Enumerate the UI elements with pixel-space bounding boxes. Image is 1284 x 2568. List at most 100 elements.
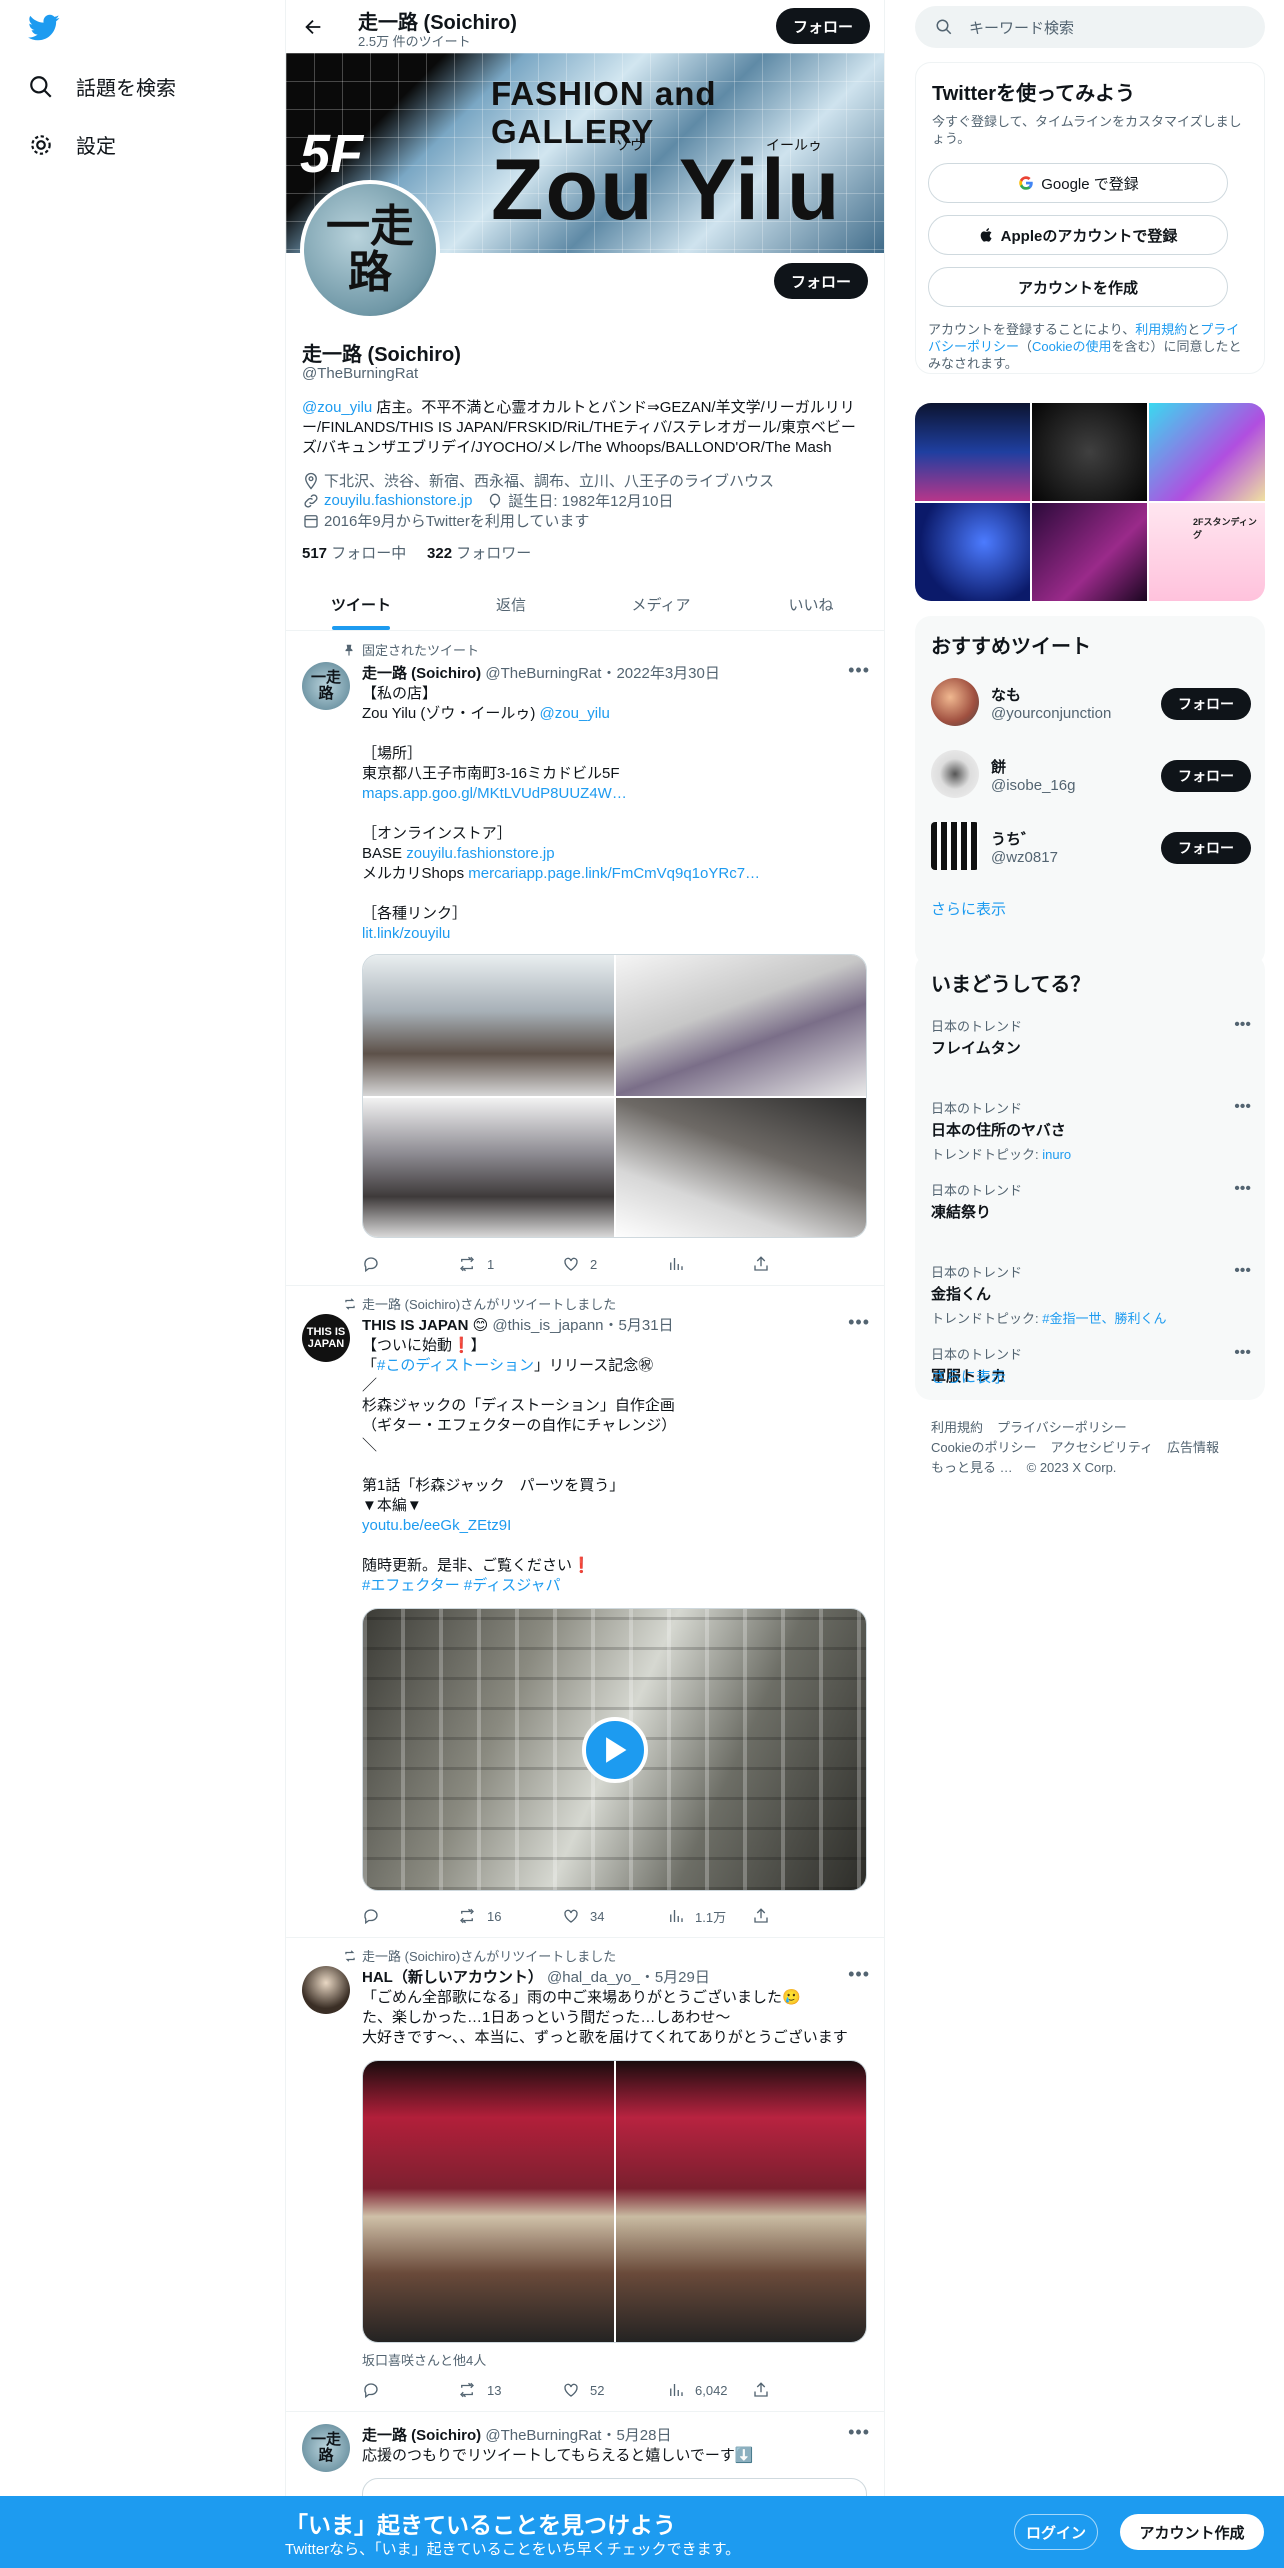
tweet-video[interactable]	[362, 1608, 867, 1891]
tweet-link[interactable]: youtu.be/eeGk_ZEtz9I	[362, 1517, 511, 1534]
footer-link[interactable]: もっと見る …	[931, 1458, 1013, 1478]
views-button[interactable]: 6,042	[667, 2380, 752, 2400]
profile-avatar[interactable]: 一走 路	[300, 180, 440, 320]
more-options-icon[interactable]: •••	[848, 2422, 870, 2443]
avatar[interactable]	[931, 750, 979, 798]
avatar[interactable]	[931, 678, 979, 726]
follow-button[interactable]: フォロー	[1161, 760, 1251, 792]
tweet[interactable]: 固定されたツイート 一走 路 走一路 (Soichiro) @TheBurnin…	[286, 632, 884, 1286]
trend-item[interactable]: 日本のトレンド 金指くん ••• トレンドトピック: #金指一世、勝利くん	[931, 1262, 1251, 1327]
login-button[interactable]: ログイン	[1014, 2514, 1098, 2550]
tweet-link[interactable]: @zou_yilu	[540, 705, 610, 722]
media-grid[interactable]: 2Fスタンディング	[915, 403, 1265, 601]
signup-button[interactable]: アカウント作成	[1120, 2514, 1264, 2550]
tweet-avatar[interactable]: 一走 路	[302, 2424, 350, 2472]
like-button[interactable]: 34	[562, 1906, 667, 1926]
suggested-user[interactable]: なも @yourconjunction フォロー	[931, 678, 1251, 728]
profile-follow-button[interactable]: フォロー	[774, 263, 868, 299]
more-options-icon[interactable]: •••	[848, 1312, 870, 1333]
tweet[interactable]: 走一路 (Soichiro)さんがリツイートしました THIS IS JAPAN…	[286, 1286, 884, 1938]
photo-band-2[interactable]	[616, 2061, 866, 2342]
photo-tag-caption[interactable]: 坂口喜咲さんと他4人	[362, 2350, 486, 2369]
media-thumb[interactable]	[915, 403, 1030, 501]
search-input[interactable]: キーワード検索	[915, 6, 1265, 48]
tweet-link[interactable]: mercariapp.page.link/FmCmVq9q1oYRc7…	[468, 865, 760, 882]
retweet-button[interactable]: 1	[457, 1254, 562, 1274]
trend-topic-link[interactable]: #金指一世、勝利くん	[1042, 1311, 1166, 1326]
media-thumb[interactable]	[915, 503, 1030, 601]
views-button[interactable]: 1.1万	[667, 1906, 752, 1926]
footer-link[interactable]: アクセシビリティ	[1050, 1438, 1153, 1458]
avatar[interactable]	[931, 822, 979, 870]
tweet-author-name[interactable]: HAL（新しいアカウント）	[362, 1969, 543, 1986]
website-link[interactable]: zouyilu.fashionstore.jp	[324, 492, 472, 509]
reply-button[interactable]	[362, 2380, 457, 2400]
terms-link[interactable]: 利用規約	[1135, 322, 1187, 337]
nav-settings[interactable]: 設定	[28, 130, 116, 159]
like-button[interactable]: 52	[562, 2380, 667, 2400]
tweet-link[interactable]: lit.link/zouyilu	[362, 925, 450, 942]
photo-store-interior-1[interactable]	[363, 955, 614, 1096]
trend-item[interactable]: 日本のトレンド 凍結祭り •••	[931, 1180, 1251, 1222]
tab-likes[interactable]: いいね	[736, 578, 884, 630]
views-button[interactable]	[667, 1254, 752, 1274]
more-options-icon[interactable]: •••	[1234, 1262, 1251, 1280]
tweet-link[interactable]: #このディストーション	[377, 1357, 534, 1374]
more-options-icon[interactable]: •••	[1234, 1344, 1251, 1362]
photo-store-interior-4[interactable]	[616, 1098, 866, 1237]
photo-store-interior-3[interactable]	[363, 1098, 614, 1237]
footer-link[interactable]: 利用規約	[931, 1418, 983, 1438]
tweet-photo-grid[interactable]	[362, 2060, 867, 2343]
trend-item[interactable]: 日本のトレンド フレイムタン •••	[931, 1016, 1251, 1058]
reply-button[interactable]	[362, 1254, 457, 1274]
tab-replies[interactable]: 返信	[436, 578, 586, 630]
tweet-link[interactable]: maps.app.goo.gl/MKtLVUdP8UUZ4W…	[362, 785, 627, 802]
trend-topic-link[interactable]: inuro	[1042, 1147, 1071, 1162]
suggested-user[interactable]: 餅 @isobe_16g フォロー	[931, 750, 1251, 800]
tweet-author-name[interactable]: THIS IS JAPAN 😊	[362, 1317, 488, 1334]
suggested-user[interactable]: うち゛ @wz0817 フォロー	[931, 822, 1251, 872]
tab-media[interactable]: メディア	[586, 578, 736, 630]
tweet[interactable]: 走一路 (Soichiro)さんがリツイートしました HAL（新しいアカウント）…	[286, 1938, 884, 2412]
apple-signup-button[interactable]: Appleのアカウントで登録	[928, 215, 1228, 255]
more-options-icon[interactable]: •••	[848, 660, 870, 681]
tweet-avatar[interactable]: THIS IS JAPAN	[302, 1314, 350, 1362]
show-more-link[interactable]: さらに表示	[931, 1366, 1006, 1387]
reply-button[interactable]	[362, 1906, 457, 1926]
more-options-icon[interactable]: •••	[1234, 1098, 1251, 1116]
twitter-logo-icon[interactable]	[28, 14, 60, 47]
play-icon[interactable]	[582, 1717, 648, 1783]
following-link[interactable]: 517 フォロー中	[302, 545, 406, 562]
followers-link[interactable]: 322 フォロワー	[427, 545, 531, 562]
bio-mention-link[interactable]: @zou_yilu	[302, 399, 372, 416]
show-more-link[interactable]: さらに表示	[931, 898, 1006, 919]
more-options-icon[interactable]: •••	[1234, 1016, 1251, 1034]
nav-explore[interactable]: 話題を検索	[28, 72, 176, 101]
media-thumb[interactable]	[1032, 503, 1147, 601]
tweet-avatar[interactable]: 一走 路	[302, 662, 350, 710]
retweet-button[interactable]: 16	[457, 1906, 562, 1926]
footer-link[interactable]: プライバシーポリシー	[997, 1418, 1127, 1438]
tweet-avatar[interactable]	[302, 1966, 350, 2014]
footer-link[interactable]: © 2023 X Corp.	[1027, 1458, 1117, 1478]
tweet-link[interactable]: #エフェクター #ディスジャパ	[362, 1577, 560, 1594]
tweet-photo-grid[interactable]	[362, 954, 867, 1238]
trend-item[interactable]: 日本のトレンド 日本の住所のヤバさ ••• トレンドトピック: inuro	[931, 1098, 1251, 1163]
footer-link[interactable]: Cookieのポリシー	[931, 1438, 1036, 1458]
back-arrow-icon[interactable]	[302, 16, 324, 43]
retweet-button[interactable]: 13	[457, 2380, 562, 2400]
tweet-author-name[interactable]: 走一路 (Soichiro)	[362, 2427, 481, 2444]
photo-store-interior-2[interactable]	[616, 955, 866, 1096]
media-thumb[interactable]	[1149, 403, 1265, 501]
more-options-icon[interactable]: •••	[1234, 1180, 1251, 1198]
share-button[interactable]	[752, 1254, 780, 1274]
create-account-button[interactable]: アカウントを作成	[928, 267, 1228, 307]
like-button[interactable]: 2	[562, 1254, 667, 1274]
header-follow-button[interactable]: フォロー	[776, 8, 870, 44]
follow-button[interactable]: フォロー	[1161, 832, 1251, 864]
photo-band-1[interactable]	[363, 2061, 614, 2342]
footer-link[interactable]: 広告情報	[1167, 1438, 1219, 1458]
tweet-link[interactable]: zouyilu.fashionstore.jp	[406, 845, 554, 862]
media-thumb[interactable]: 2Fスタンディング	[1149, 503, 1265, 601]
tweet-author-name[interactable]: 走一路 (Soichiro)	[362, 665, 481, 682]
